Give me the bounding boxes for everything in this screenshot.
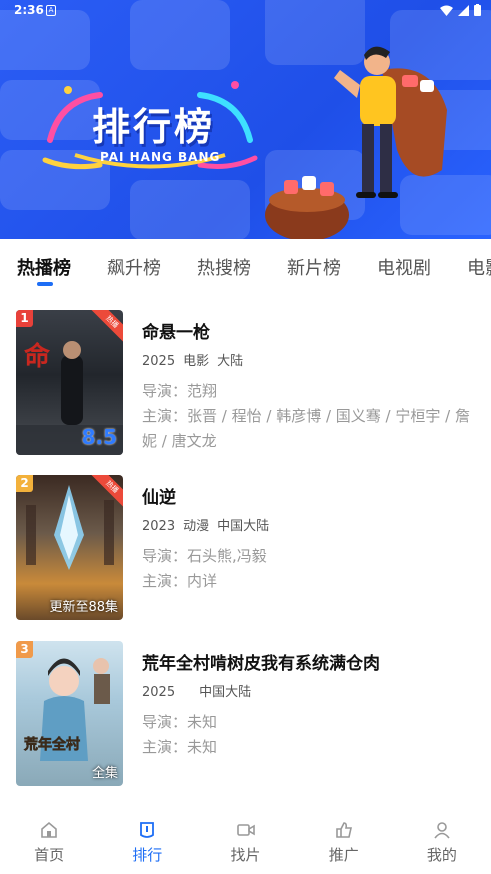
tab-hot-play[interactable]: 热播榜 bbox=[17, 254, 71, 280]
item-meta: 2023 动漫 中国大陆 bbox=[142, 515, 482, 534]
nav-home[interactable]: 首页 bbox=[0, 808, 98, 874]
episode-label: 全集 bbox=[91, 766, 118, 781]
item-type: 电影 bbox=[183, 354, 210, 369]
nav-label: 找片 bbox=[230, 846, 261, 864]
item-director: 导演：石头熊,冯毅 bbox=[142, 547, 267, 565]
nav-find[interactable]: 找片 bbox=[196, 808, 294, 874]
ranking-banner: 排行榜 PAI HANG BANG bbox=[0, 0, 491, 239]
shopper-illustration bbox=[265, 46, 447, 239]
signal-icon bbox=[458, 4, 469, 16]
tab-active-indicator bbox=[37, 282, 53, 286]
item-info: 荒年全村啃树皮我有系统满仓肉 2025 中国大陆 导演：未知 主演：未知 bbox=[142, 649, 482, 760]
notification-icon: A bbox=[46, 5, 56, 16]
item-title[interactable]: 仙逆 bbox=[142, 483, 482, 508]
item-year: 2025 bbox=[142, 685, 176, 700]
thumb-icon bbox=[335, 822, 352, 838]
banner-title: 排行榜 bbox=[92, 105, 216, 149]
item-region: 中国大陆 bbox=[217, 519, 270, 534]
home-icon bbox=[41, 821, 57, 838]
rank-icon bbox=[140, 822, 155, 838]
poster[interactable]: 命 1 热播 8.5 bbox=[16, 310, 123, 455]
status-bar: 2:36 A bbox=[0, 0, 491, 22]
item-cast: 主演：未知 bbox=[142, 738, 218, 756]
item-director: 导演：未知 bbox=[142, 713, 218, 731]
rank-badge: 3 bbox=[16, 641, 33, 658]
item-year: 2023 bbox=[142, 519, 176, 534]
wifi-icon bbox=[440, 5, 453, 16]
user-icon bbox=[434, 822, 450, 839]
list-item[interactable]: 2 热播 更新至88集 仙逆 2023 动漫 中国大陆 导演：石头熊,冯毅 主演：内… bbox=[0, 465, 491, 620]
tab-hot-search[interactable]: 热搜榜 bbox=[197, 254, 251, 280]
list-item[interactable]: 命 1 热播 8.5 命悬一枪 2025 电影 大陆 导演：范翔 主演：张晋 / 程… bbox=[0, 300, 491, 455]
battery-icon bbox=[474, 4, 481, 16]
item-title[interactable]: 荒年全村啃树皮我有系统满仓肉 bbox=[142, 649, 482, 674]
item-meta: 2025 电影 大陆 bbox=[142, 350, 482, 369]
tab-tv-series[interactable]: 电视剧 bbox=[377, 254, 431, 280]
list-item[interactable]: 荒年全村 3 全集 荒年全村啃树皮我有系统满仓肉 2025 中国大陆 导演：未知 … bbox=[0, 631, 491, 786]
banner-logo: 排行榜 PAI HANG BANG bbox=[40, 70, 260, 180]
tab-new-release[interactable]: 新片榜 bbox=[287, 254, 341, 280]
tab-movie[interactable]: 电影 bbox=[467, 254, 491, 280]
item-type: 动漫 bbox=[183, 519, 210, 534]
nav-label: 推广 bbox=[328, 846, 359, 864]
video-icon bbox=[236, 824, 255, 836]
nav-promote[interactable]: 推广 bbox=[295, 808, 393, 874]
item-cast: 主演：张晋 / 程怡 / 韩彦博 / 国义骞 / 宁桓宇 / 詹妮 / 唐文龙 bbox=[142, 407, 470, 450]
item-region: 大陆 bbox=[217, 354, 244, 369]
poster[interactable]: 荒年全村 3 全集 bbox=[16, 641, 123, 786]
rank-badge: 2 bbox=[16, 475, 33, 492]
svg-text:荒年全村: 荒年全村 bbox=[23, 736, 80, 753]
item-info: 命悬一枪 2025 电影 大陆 导演：范翔 主演：张晋 / 程怡 / 韩彦博 / 国… bbox=[142, 318, 482, 454]
banner-subtitle: PAI HANG BANG bbox=[100, 150, 221, 164]
bottom-nav: 首页 排行 找片 推广 我的 bbox=[0, 808, 491, 874]
nav-label: 首页 bbox=[34, 846, 65, 864]
nav-label: 我的 bbox=[426, 846, 457, 864]
item-director: 导演：范翔 bbox=[142, 382, 218, 400]
nav-ranking[interactable]: 排行 bbox=[98, 808, 196, 874]
item-region: 中国大陆 bbox=[199, 685, 252, 700]
item-title[interactable]: 命悬一枪 bbox=[142, 318, 482, 343]
rank-badge: 1 bbox=[16, 310, 33, 327]
item-meta: 2025 中国大陆 bbox=[142, 681, 482, 700]
episode-label: 更新至88集 bbox=[49, 600, 118, 615]
item-cast: 主演：内详 bbox=[142, 572, 218, 590]
nav-label: 排行 bbox=[132, 846, 163, 864]
status-time: 2:36 bbox=[14, 3, 44, 17]
poster-score: 8.5 bbox=[81, 425, 117, 449]
svg-text:命: 命 bbox=[24, 341, 51, 372]
nav-mine[interactable]: 我的 bbox=[393, 808, 491, 874]
item-info: 仙逆 2023 动漫 中国大陆 导演：石头熊,冯毅 主演：内详 bbox=[142, 483, 482, 594]
poster[interactable]: 2 热播 更新至88集 bbox=[16, 475, 123, 620]
tab-rising[interactable]: 飙升榜 bbox=[107, 254, 161, 280]
item-year: 2025 bbox=[142, 354, 176, 369]
ranking-tabs: 热播榜 飙升榜 热搜榜 新片榜 电视剧 电影 bbox=[0, 239, 491, 287]
